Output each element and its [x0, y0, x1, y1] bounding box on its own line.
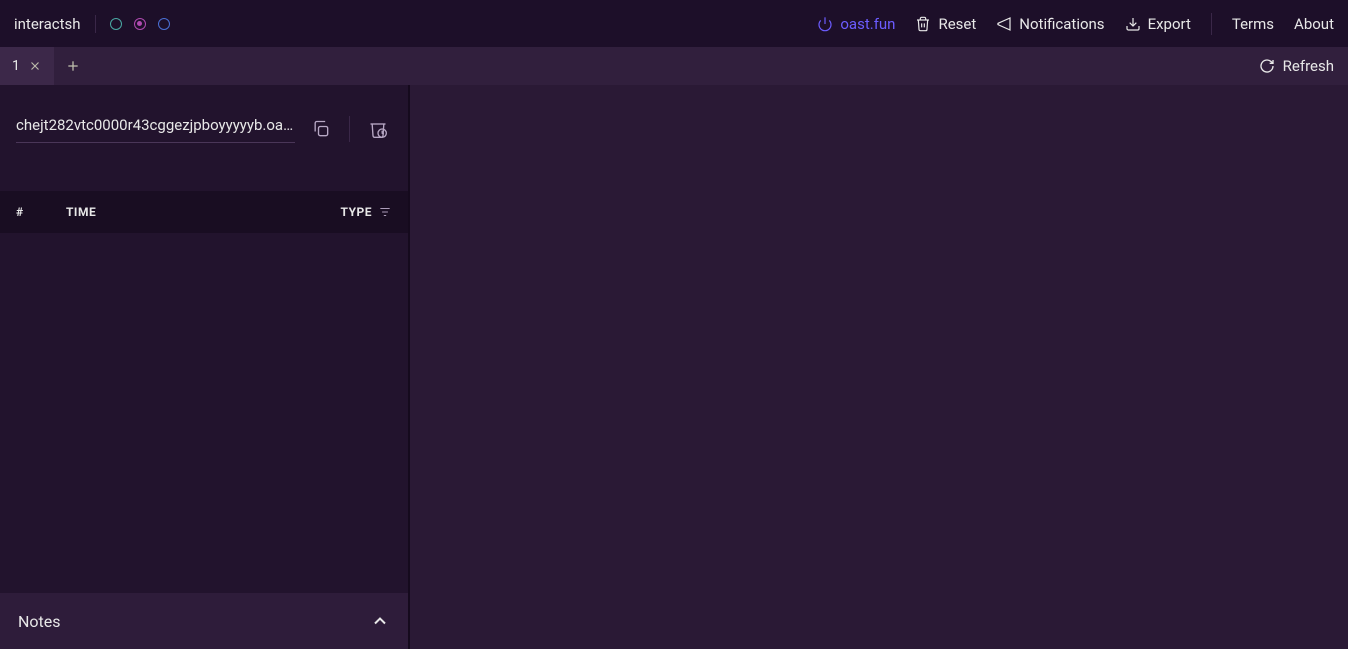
tab-label: 1: [12, 58, 20, 74]
notifications-button[interactable]: Notifications: [996, 15, 1104, 33]
about-link[interactable]: About: [1294, 15, 1334, 33]
requests-table-header: # TIME TYPE: [0, 191, 408, 233]
column-time[interactable]: TIME: [66, 205, 341, 219]
url-divider: [349, 116, 350, 142]
host-label: oast.fun: [840, 15, 895, 33]
host-button[interactable]: oast.fun: [817, 15, 895, 33]
payload-url[interactable]: chejt282vtc0000r43cggezjpboyyyyyb.oas...: [16, 116, 295, 143]
status-dot-blue: [158, 18, 170, 30]
column-type[interactable]: TYPE: [341, 205, 392, 219]
power-icon: [817, 16, 833, 32]
plus-icon: [65, 58, 81, 74]
trash-icon: [915, 16, 931, 32]
notifications-label: Notifications: [1019, 15, 1104, 33]
export-label: Export: [1148, 15, 1191, 33]
add-tab-button[interactable]: [54, 47, 92, 85]
reset-label: Reset: [938, 15, 976, 33]
notes-label: Notes: [18, 612, 61, 631]
refresh-button[interactable]: Refresh: [1245, 47, 1348, 85]
main-area: chejt282vtc0000r43cggezjpboyyyyyb.oas...…: [0, 85, 1348, 649]
about-label: About: [1294, 15, 1334, 33]
payload-url-row: chejt282vtc0000r43cggezjpboyyyyyb.oas...: [0, 85, 408, 155]
status-dot-magenta: [134, 18, 146, 30]
copy-icon: [311, 119, 331, 139]
app-header: interactsh oast.fun Reset Notifications …: [0, 0, 1348, 47]
column-type-label: TYPE: [341, 205, 372, 219]
notes-toggle[interactable]: Notes: [0, 593, 408, 649]
megaphone-icon: [996, 16, 1012, 32]
chevron-up-icon: [370, 611, 390, 631]
tab-1[interactable]: 1: [0, 47, 54, 85]
sidebar: chejt282vtc0000r43cggezjpboyyyyyb.oas...…: [0, 85, 410, 649]
download-icon: [1125, 16, 1141, 32]
reset-button[interactable]: Reset: [915, 15, 976, 33]
copy-url-button[interactable]: [307, 115, 335, 143]
clear-history-button[interactable]: [364, 115, 392, 143]
status-indicators: [110, 18, 170, 30]
filter-icon[interactable]: [378, 205, 392, 219]
detail-pane: [410, 85, 1348, 649]
trash-clock-icon: [368, 119, 388, 139]
export-button[interactable]: Export: [1125, 15, 1191, 33]
requests-table-body: [0, 233, 408, 593]
refresh-label: Refresh: [1283, 57, 1334, 75]
app-logo: interactsh: [14, 15, 96, 33]
terms-label: Terms: [1232, 15, 1274, 33]
header-divider: [1211, 13, 1212, 35]
column-number: #: [16, 205, 66, 219]
terms-link[interactable]: Terms: [1232, 15, 1274, 33]
close-icon[interactable]: [28, 59, 42, 73]
status-dot-teal: [110, 18, 122, 30]
refresh-icon: [1259, 58, 1275, 74]
tabs-bar: 1 Refresh: [0, 47, 1348, 85]
